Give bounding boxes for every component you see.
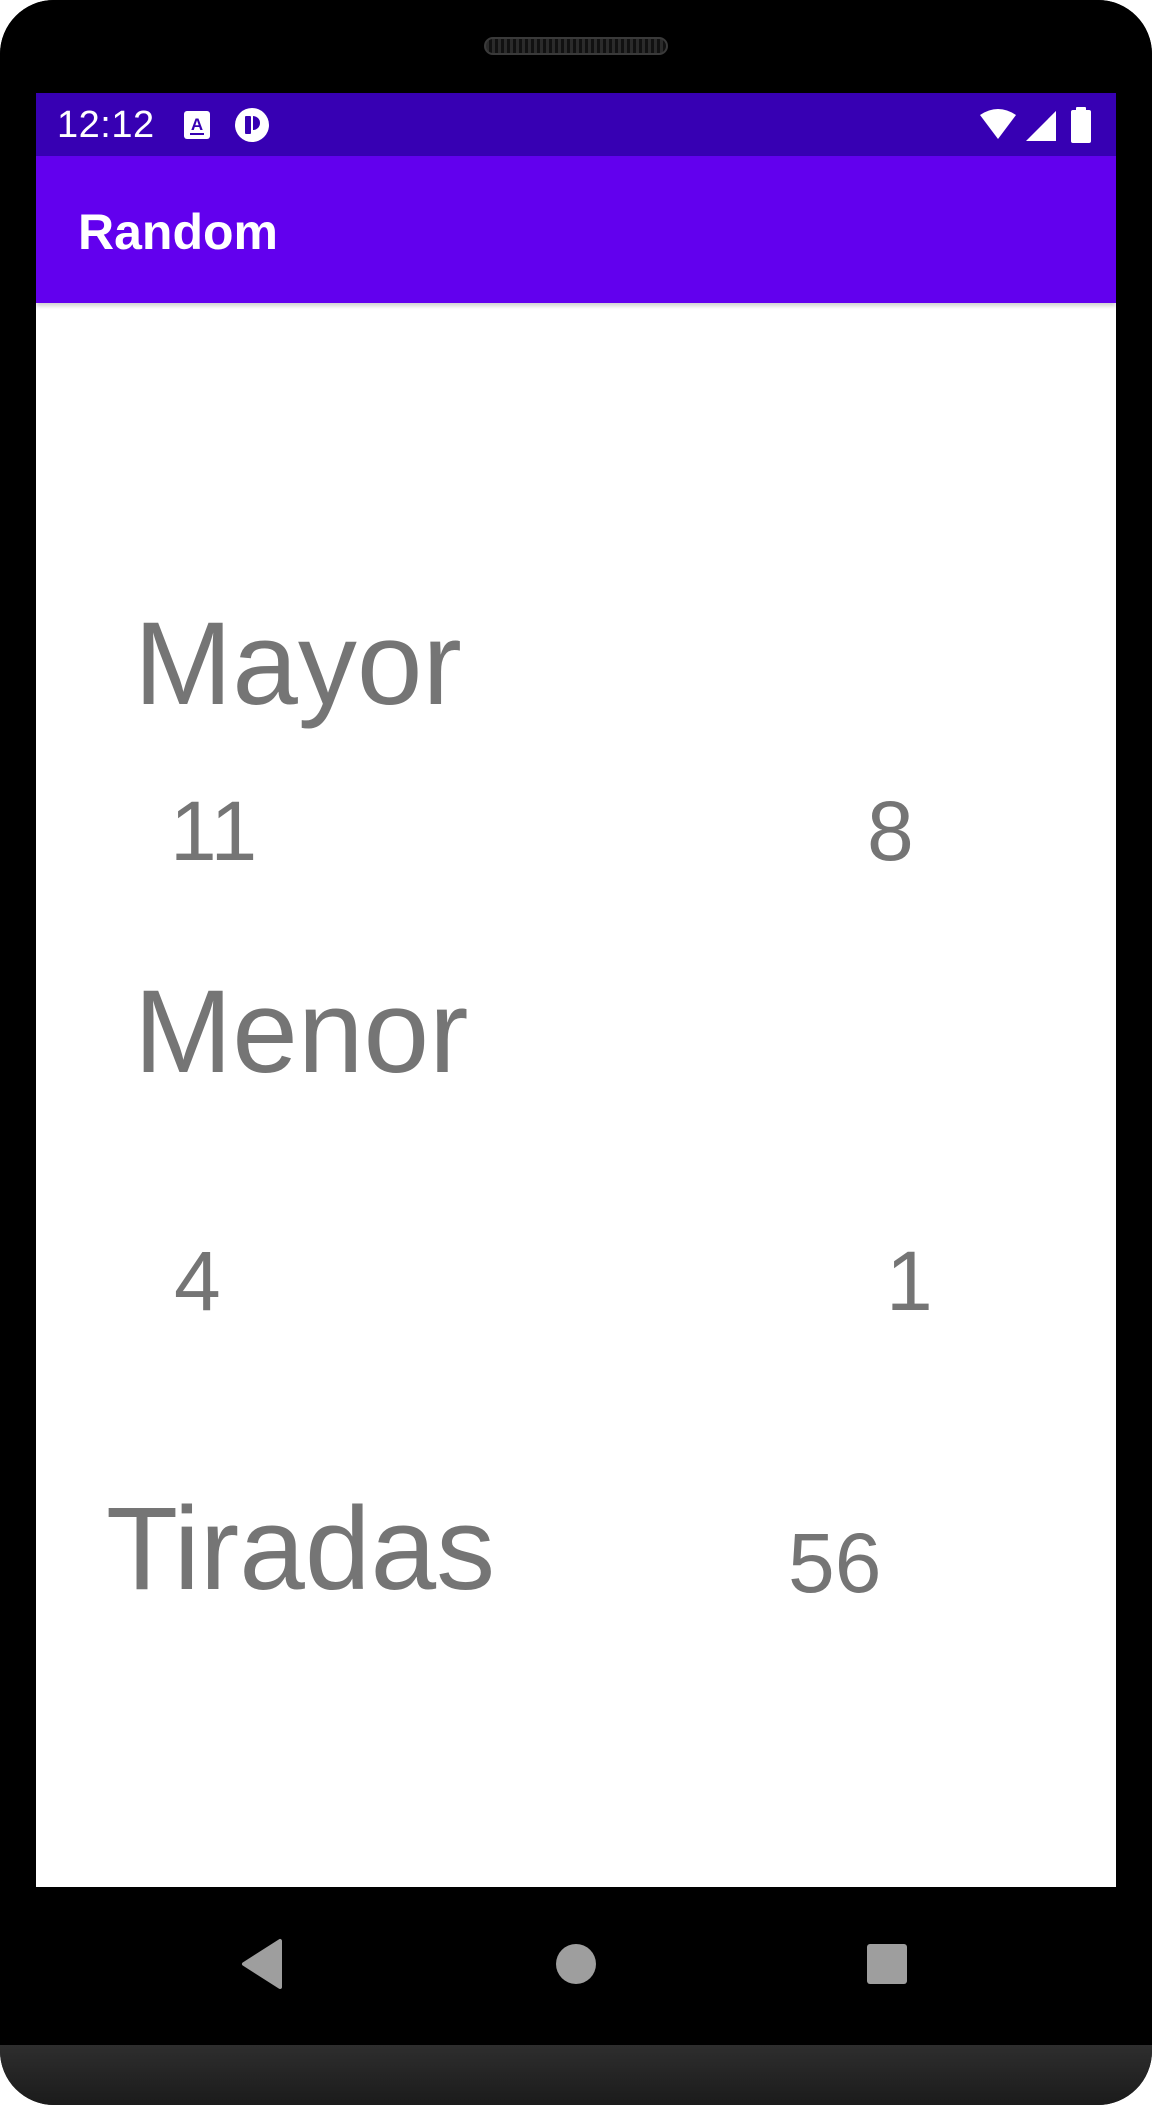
status-time: 12:12 [57,104,155,146]
back-icon[interactable] [236,1933,298,1995]
recents-icon[interactable] [856,1933,918,1995]
accessibility-a-icon: A [184,111,210,139]
app-bar: Random [36,156,1116,303]
device-frame: 12:12 A Random Mayor 11 8 Menor 4 1 Tira… [0,0,1152,2105]
menor-right-value: 1 [886,1234,933,1328]
status-bar: 12:12 A [36,93,1116,156]
wifi-icon [980,109,1016,139]
status-right-icons [980,107,1091,143]
app-title: Random [78,204,278,260]
main-content: Mayor 11 8 Menor 4 1 Tiradas 56 [36,303,1116,1887]
mayor-right-value: 8 [867,784,914,878]
nav-bar [36,1887,1116,2045]
speaker-grille [484,37,668,55]
screen: 12:12 A Random Mayor 11 8 Menor 4 1 Tira… [36,93,1116,1887]
menor-left-value: 4 [174,1234,221,1328]
device-top-bezel [0,0,1152,93]
svg-text:A: A [191,115,203,134]
tiradas-value: 56 [788,1516,882,1610]
mayor-label: Mayor [134,598,462,730]
home-icon[interactable] [545,1933,607,1995]
tiradas-label: Tiradas [106,1483,496,1615]
device-bottom-bezel [0,2045,1152,2105]
mayor-left-value: 11 [170,784,258,878]
menor-label: Menor [134,966,469,1098]
cellular-signal-icon [1026,111,1056,141]
app-t-icon [235,108,269,142]
battery-icon [1071,107,1091,143]
